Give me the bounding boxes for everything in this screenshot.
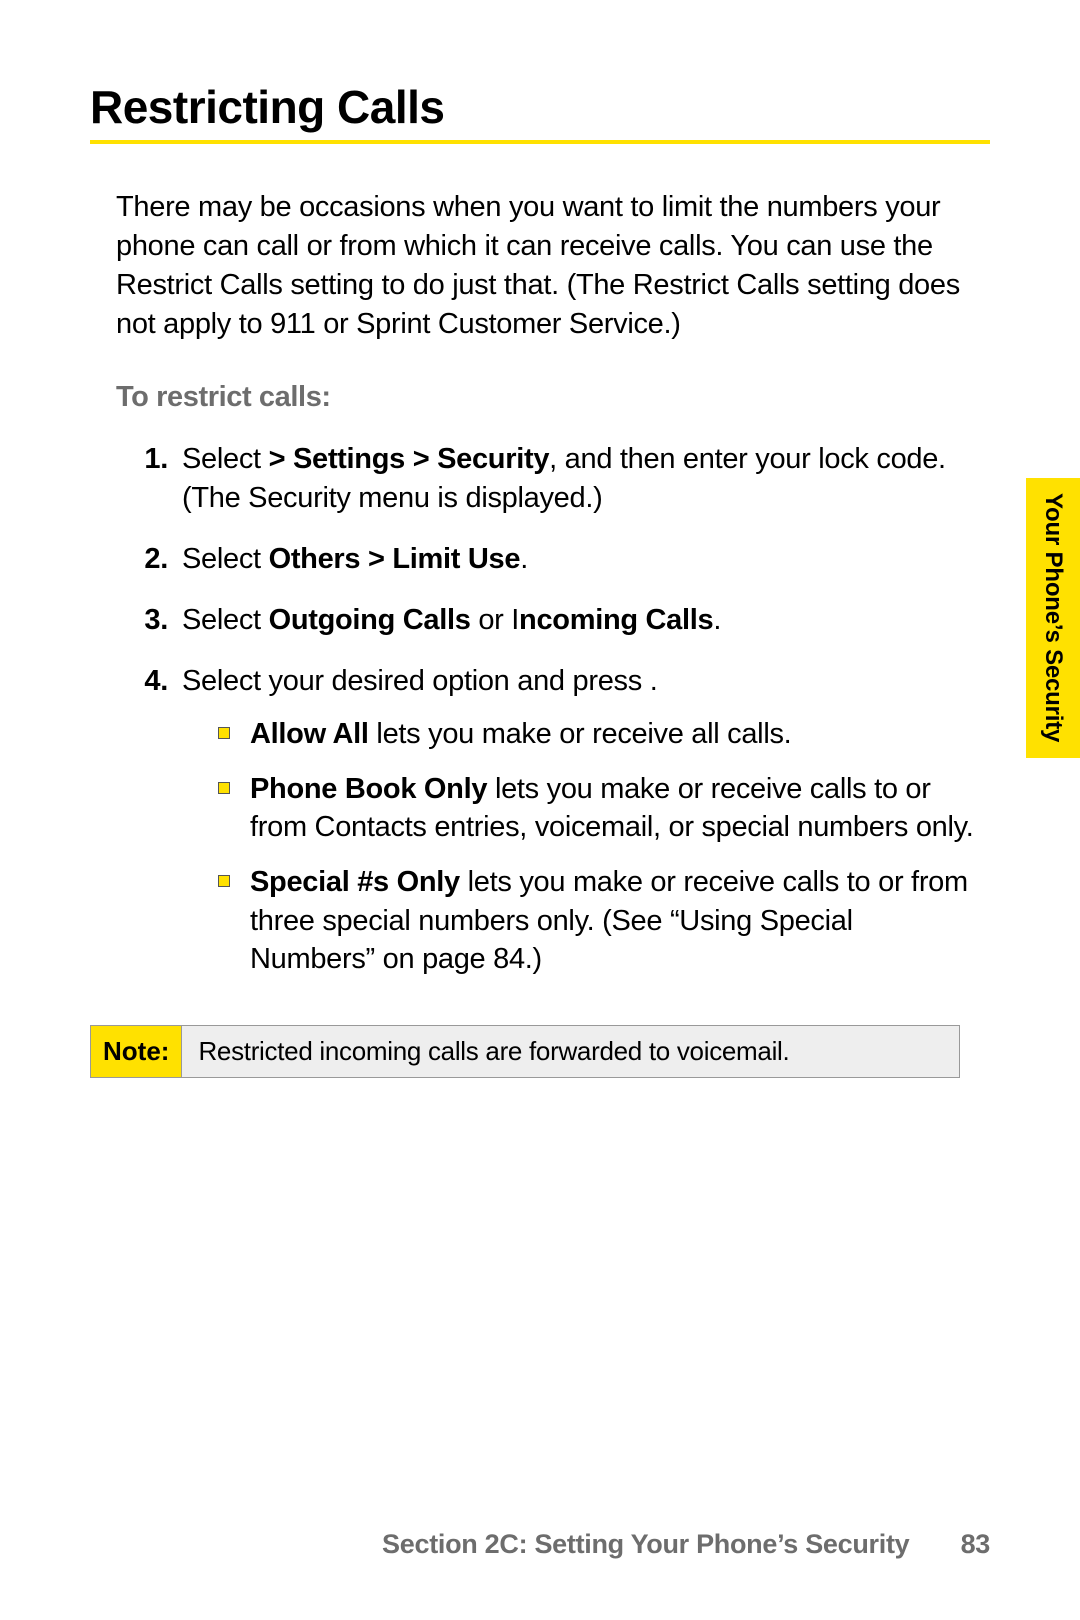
section-thumb-label: Your Phone’s Security bbox=[1039, 493, 1067, 742]
note-callout: Note: Restricted incoming calls are forw… bbox=[90, 1025, 960, 1078]
step-3: 3. Select Outgoing Calls or Incoming Cal… bbox=[136, 601, 980, 640]
step-4: 4. Select your desired option and press … bbox=[136, 662, 980, 995]
manual-page: Restricting Calls There may be occasions… bbox=[0, 0, 1080, 1620]
option-name: Special #s Only bbox=[250, 866, 460, 898]
footer-section-title: Section 2C: Setting Your Phone’s Securit… bbox=[382, 1529, 909, 1559]
step-1: 1. Select > Settings > Security, and the… bbox=[136, 440, 980, 518]
text: Select your desired option and press bbox=[182, 665, 650, 697]
options-list: Allow All lets you make or receive all c… bbox=[182, 715, 980, 978]
option-body: Allow All lets you make or receive all c… bbox=[250, 715, 980, 754]
option-name: Allow All bbox=[250, 718, 369, 750]
text: Select bbox=[182, 543, 269, 575]
step-body: Select > Settings > Security, and then e… bbox=[182, 440, 980, 518]
note-text: Restricted incoming calls are forwarded … bbox=[182, 1026, 959, 1077]
option-incoming: ncoming Calls bbox=[519, 604, 713, 636]
step-number: 3. bbox=[136, 601, 182, 640]
square-bullet-icon bbox=[218, 782, 230, 794]
option-allow-all: Allow All lets you make or receive all c… bbox=[218, 715, 980, 754]
note-label: Note: bbox=[91, 1026, 182, 1077]
body-block: There may be occasions when you want to … bbox=[90, 188, 990, 1078]
footer-page-number: 83 bbox=[961, 1529, 990, 1560]
text: . bbox=[650, 665, 658, 697]
step-number: 2. bbox=[136, 540, 182, 579]
option-outgoing: Outgoing Calls bbox=[269, 604, 471, 636]
text: Select bbox=[182, 443, 269, 475]
section-thumb-tab: Your Phone’s Security bbox=[1026, 478, 1080, 758]
procedure-subhead: To restrict calls: bbox=[116, 381, 980, 414]
step-number: 1. bbox=[136, 440, 182, 518]
option-desc: lets you make or receive all calls. bbox=[369, 718, 792, 750]
step-body: Select Outgoing Calls or Incoming Calls. bbox=[182, 601, 980, 640]
menu-path: Others > Limit Use bbox=[269, 543, 521, 575]
option-name: Phone Book Only bbox=[250, 773, 487, 805]
option-special-nums-only: Special #s Only lets you make or receive… bbox=[218, 863, 980, 979]
step-number: 4. bbox=[136, 662, 182, 995]
page-footer: Section 2C: Setting Your Phone’s Securit… bbox=[382, 1529, 990, 1560]
text: Select bbox=[182, 604, 269, 636]
text: or I bbox=[471, 604, 519, 636]
option-body: Phone Book Only lets you make or receive… bbox=[250, 770, 980, 847]
menu-path: > Settings > Security bbox=[269, 443, 550, 475]
step-body: Select your desired option and press . A… bbox=[182, 662, 980, 995]
square-bullet-icon bbox=[218, 875, 230, 887]
text: . bbox=[713, 604, 721, 636]
step-body: Select Others > Limit Use. bbox=[182, 540, 980, 579]
step-2: 2. Select Others > Limit Use. bbox=[136, 540, 980, 579]
page-heading: Restricting Calls bbox=[90, 80, 990, 144]
text: . bbox=[520, 543, 528, 575]
square-bullet-icon bbox=[218, 727, 230, 739]
intro-paragraph: There may be occasions when you want to … bbox=[116, 188, 980, 345]
steps-list: 1. Select > Settings > Security, and the… bbox=[116, 440, 980, 995]
option-body: Special #s Only lets you make or receive… bbox=[250, 863, 980, 979]
option-phone-book-only: Phone Book Only lets you make or receive… bbox=[218, 770, 980, 847]
